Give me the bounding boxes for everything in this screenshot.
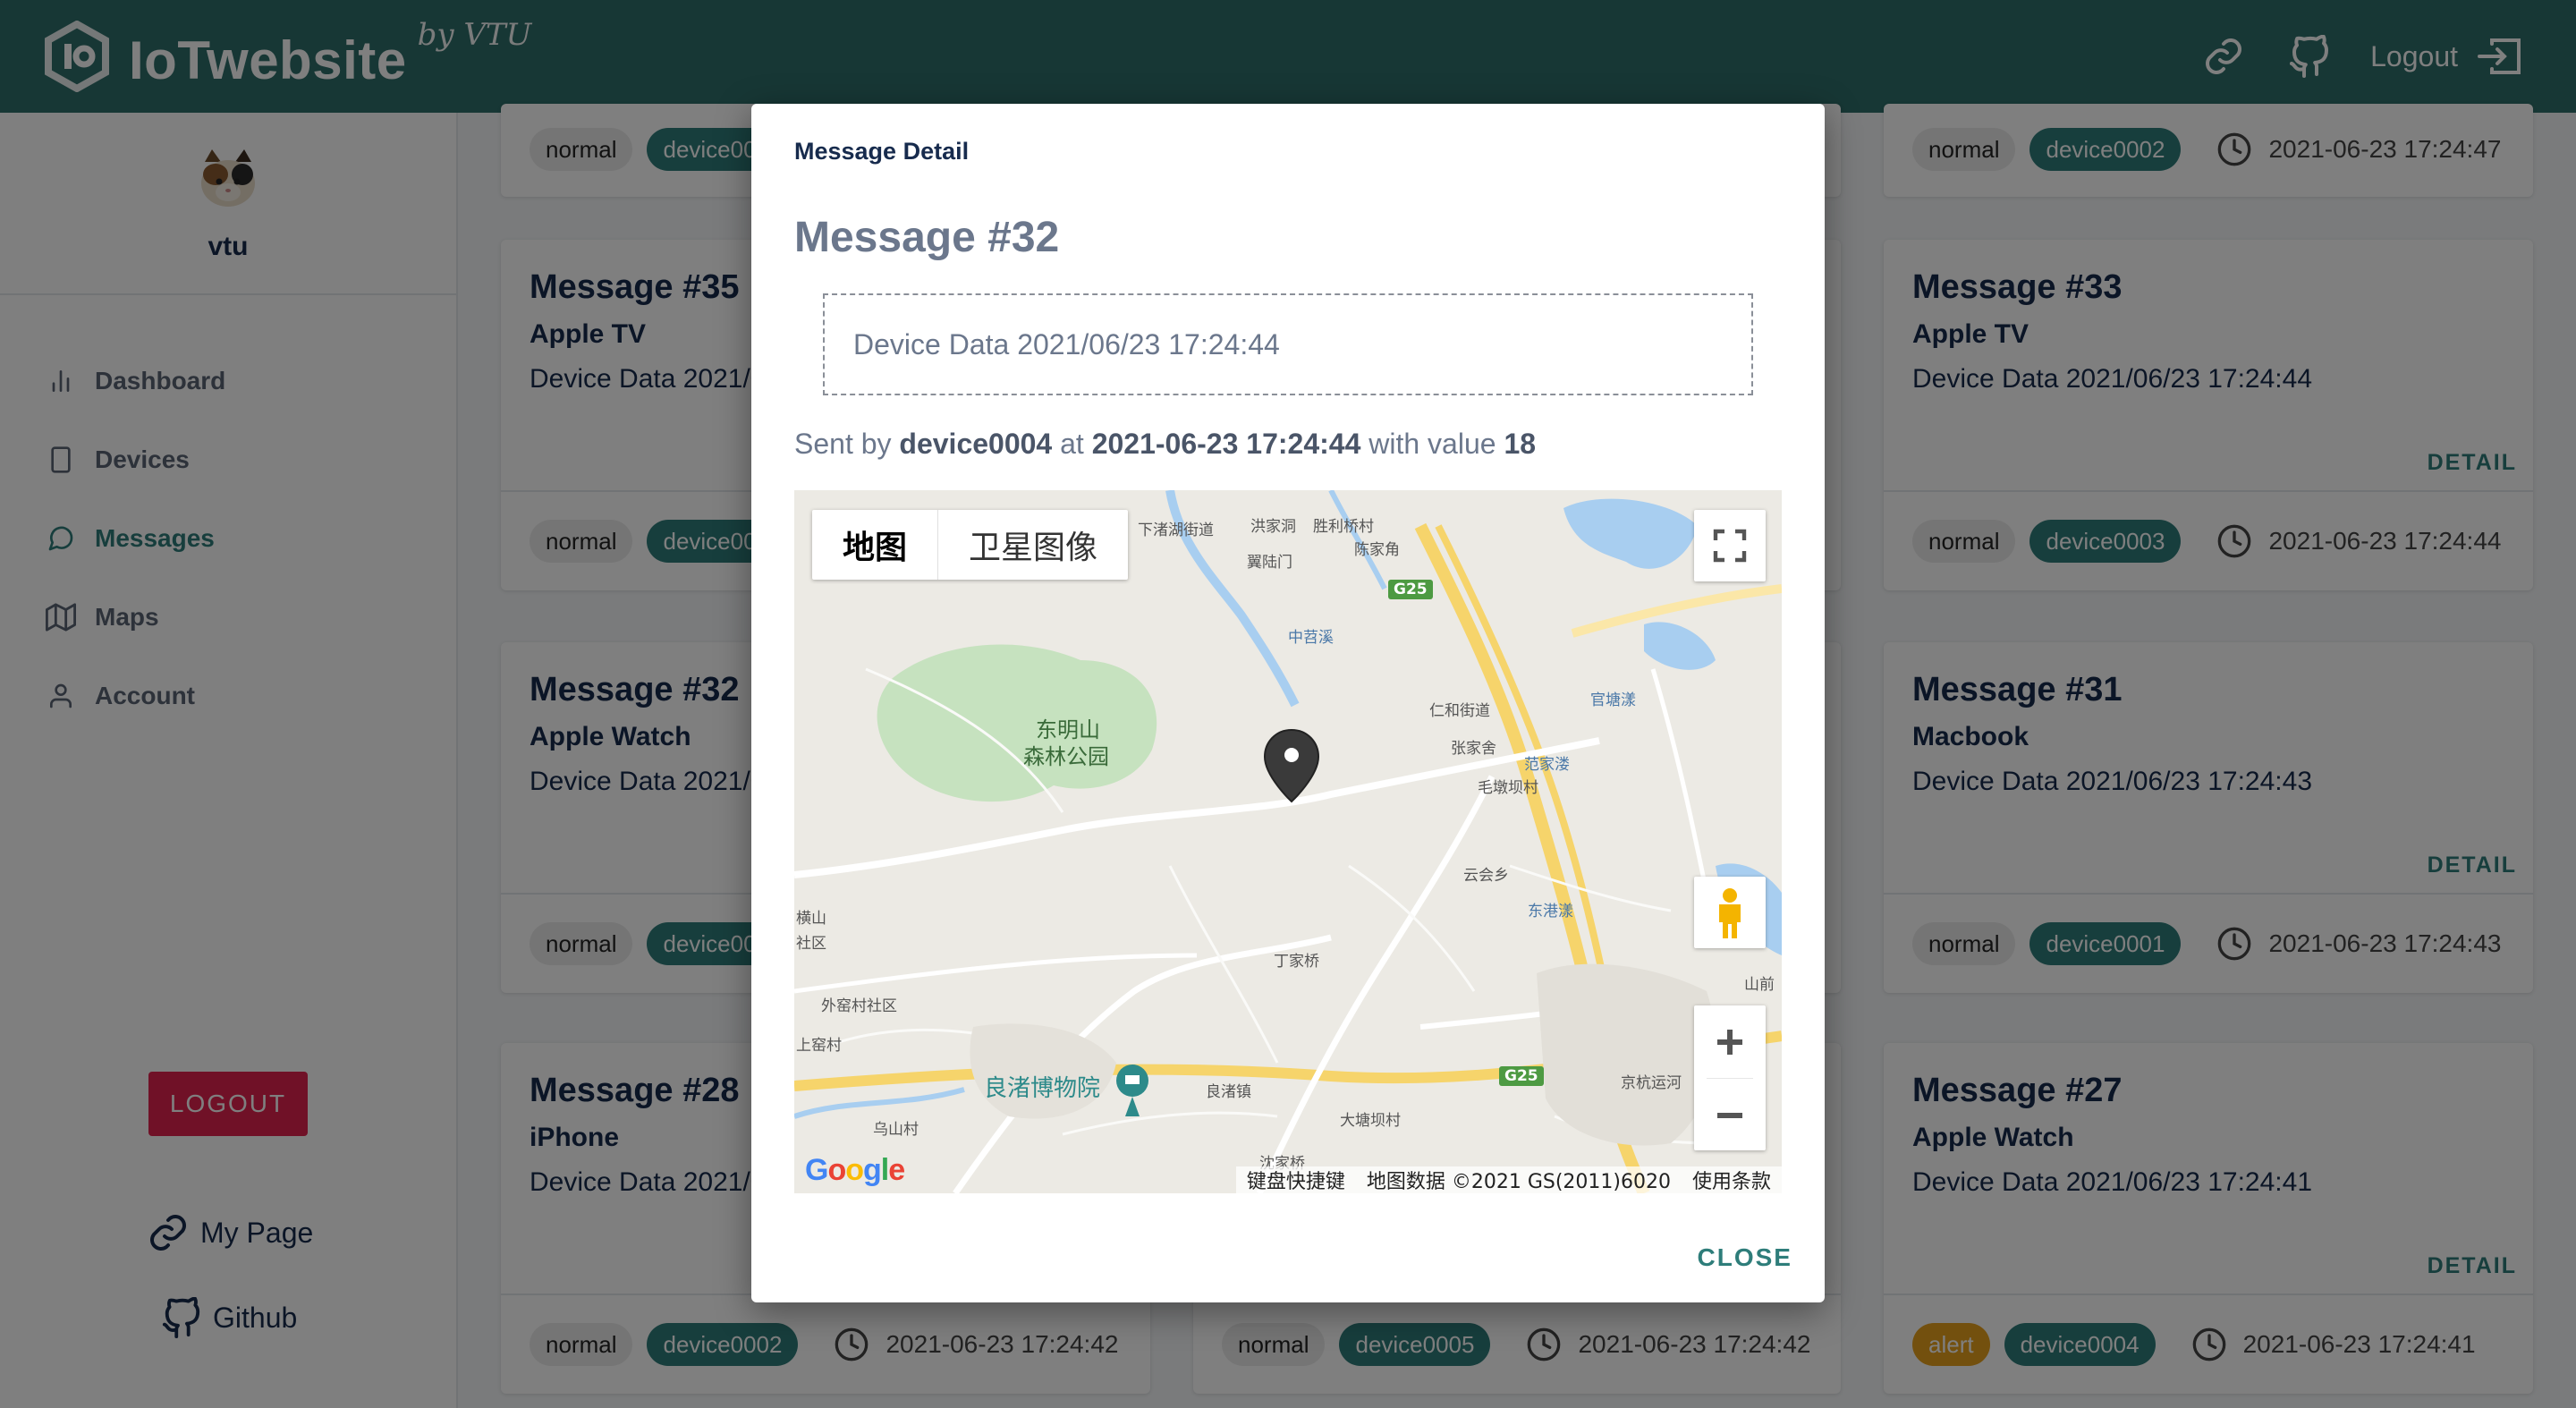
map-label: 洪家洞 xyxy=(1250,518,1296,536)
sent-prefix: Sent by xyxy=(794,428,892,460)
map-label: 胜利桥村 xyxy=(1313,518,1374,536)
map-label: 京杭运河 xyxy=(1621,1074,1682,1092)
pegman-icon xyxy=(1719,888,1741,938)
map-label: 下渚湖街道 xyxy=(1138,522,1214,539)
sent-time: 2021-06-23 17:24:44 xyxy=(1091,428,1361,460)
sent-info: Sent by device0004 at 2021-06-23 17:24:4… xyxy=(794,428,1536,461)
dialog-header: Message Detail xyxy=(794,138,970,165)
fullscreen-icon xyxy=(1713,529,1747,563)
map-label: 大塘坝村 xyxy=(1340,1112,1401,1130)
map-attribution: 键盘快捷键 地图数据 ©2021 GS(2011)6020 使用条款 xyxy=(1235,1166,1782,1193)
map-label: 良渚博物院 xyxy=(984,1075,1101,1102)
terms-link[interactable]: 使用条款 xyxy=(1692,1166,1771,1193)
fullscreen-button[interactable] xyxy=(1694,510,1766,581)
highway-shield: G25 xyxy=(1388,580,1433,599)
map-label: 森林公园 xyxy=(1023,744,1109,769)
map-type-satellite[interactable]: 卫星图像 xyxy=(938,510,1128,580)
minus-icon xyxy=(1717,1112,1742,1118)
sent-with: with value xyxy=(1368,428,1496,460)
map-label: 外窑村社区 xyxy=(821,997,897,1015)
plus-icon xyxy=(1717,1029,1742,1055)
map-label: 毛墩坝村 xyxy=(1478,779,1538,797)
dialog-title: Message #32 xyxy=(794,214,1060,261)
map-label: 山前 xyxy=(1744,976,1775,994)
highway-shield: G25 xyxy=(1499,1066,1544,1086)
map-label: 张家舍 xyxy=(1451,740,1496,758)
close-button[interactable]: CLOSE xyxy=(1698,1243,1792,1272)
map-data-credit: 地图数据 ©2021 GS(2011)6020 xyxy=(1366,1171,1671,1193)
map-label: 云会乡 xyxy=(1463,867,1509,885)
zoom-control xyxy=(1694,1005,1766,1150)
sent-device: device0004 xyxy=(899,428,1053,460)
map-label: 中苕溪 xyxy=(1288,629,1334,647)
map-label: 翼陆门 xyxy=(1247,554,1292,572)
message-content: Device Data 2021/06/23 17:24:44 xyxy=(823,293,1753,395)
google-logo: Google xyxy=(805,1153,905,1187)
map-label: 仁和街道 xyxy=(1429,702,1490,720)
message-detail-dialog: Message Detail Message #32 Device Data 2… xyxy=(751,104,1825,1302)
map-label: 良渚镇 xyxy=(1206,1083,1251,1101)
map-label: 陈家角 xyxy=(1354,541,1400,559)
zoom-in-button[interactable] xyxy=(1694,1005,1766,1078)
map-label: 乌山村 xyxy=(873,1121,919,1139)
google-map[interactable]: 东明山 森林公园 良渚博物院 良渚镇 丁家桥 仁和街道 张家舍 范家溇 毛墩坝村… xyxy=(794,490,1782,1193)
map-type-control: 地图 卫星图像 xyxy=(812,510,1129,580)
map-label: 上窑村 xyxy=(796,1037,842,1055)
map-label: 横山 xyxy=(796,910,826,928)
map-label: 范家溇 xyxy=(1524,756,1570,774)
sent-value: 18 xyxy=(1504,428,1537,460)
street-view-pegman[interactable] xyxy=(1694,877,1766,948)
zoom-out-button[interactable] xyxy=(1694,1079,1766,1151)
map-label: 社区 xyxy=(796,935,826,953)
map-type-roadmap[interactable]: 地图 xyxy=(812,510,939,580)
map-label: 官塘漾 xyxy=(1590,691,1636,709)
map-label: 丁家桥 xyxy=(1274,953,1319,971)
sent-at: at xyxy=(1060,428,1084,460)
keyboard-shortcuts-link[interactable]: 键盘快捷键 xyxy=(1247,1166,1345,1193)
map-label: 东港漾 xyxy=(1528,903,1573,920)
